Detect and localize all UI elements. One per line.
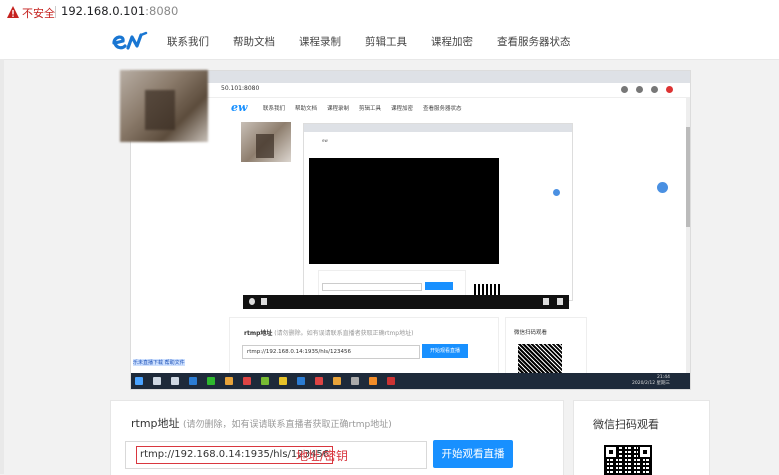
rtmp-hint: (请勿删除，如有误请联系直播者获取正确rtmp地址) <box>183 420 392 430</box>
embedded-star-icon <box>621 86 628 93</box>
embedded-tab-strip <box>131 71 690 83</box>
app-icon-red <box>243 377 251 385</box>
embedded-wechat-section: 微信扫码观看 <box>505 317 587 379</box>
nested-rtmp-panel <box>318 270 466 296</box>
nested-navbar: ew <box>322 138 328 143</box>
nav-item-help[interactable]: 帮助文档 <box>233 34 275 49</box>
url-host: 192.168.0.101 <box>61 4 146 18</box>
embedded-loading-dot <box>553 189 560 196</box>
nav-item-contact[interactable]: 联系我们 <box>167 34 209 49</box>
embedded-nav-item: 帮助文档 <box>295 106 318 112</box>
app-icon-green <box>261 377 269 385</box>
embedded-rtmp-hint: (请勿删除。如有误请联系直播者获取正确rtmp地址) <box>274 330 414 337</box>
url-text[interactable]: 192.168.0.101:8080 <box>61 4 178 18</box>
nav-item-encrypt[interactable]: 课程加密 <box>431 34 473 49</box>
task-view-icon <box>171 377 179 385</box>
embedded-menu-icon <box>636 86 643 93</box>
embedded-profile-icon <box>651 86 658 93</box>
wechat-title: 微信扫码观看 <box>593 418 659 431</box>
app-icon-red-3 <box>387 377 395 385</box>
embedded-qr-code <box>518 344 562 374</box>
volume-icon <box>543 298 549 305</box>
address-key-annotation: 地址/密钥 <box>296 449 349 463</box>
security-label[interactable]: 不安全 <box>22 5 55 21</box>
rtmp-input[interactable]: rtmp://192.168.0.14:1935/hls/123456 地址/密… <box>125 441 427 469</box>
embedded-scrollbar <box>686 97 690 373</box>
divider <box>55 6 56 18</box>
app-icon-blue <box>297 377 305 385</box>
blurred-avatar-small <box>241 122 291 162</box>
embedded-extension-icon <box>666 86 673 93</box>
url-port: :8080 <box>145 4 179 18</box>
embedded-wechat-title: 微信扫码观看 <box>514 330 548 336</box>
nested-tab-strip <box>304 124 572 132</box>
tutorial-screenshot: 50.101:8080 ew 联系我们 帮助文档 课程录制 剪辑工具 课程加密 … <box>130 70 691 390</box>
refresh-icon <box>249 298 255 305</box>
folder-icon <box>225 377 233 385</box>
app-icon-red-2 <box>315 377 323 385</box>
loading-dot <box>657 182 668 193</box>
embedded-rtmp-label: rtmp地址 <box>244 330 273 337</box>
chrome-icon <box>333 377 341 385</box>
browser-address-bar[interactable]: 不安全 192.168.0.101:8080 <box>0 0 779 26</box>
page-gutter <box>0 59 4 474</box>
embedded-logo: ew <box>231 101 248 114</box>
fullscreen-icon <box>557 298 563 305</box>
start-icon <box>135 377 143 385</box>
clock-date: 2020/2/12 星期三 <box>631 381 670 386</box>
taskbar-clock: 21:44 2020/2/12 星期三 <box>632 375 670 387</box>
nested-rtmp-input <box>322 283 422 291</box>
nav-menu: 联系我们 帮助文档 课程录制 剪辑工具 课程加密 查看服务器状态 <box>167 34 595 49</box>
embedded-nav-item: 查看服务器状态 <box>423 106 462 112</box>
blurred-avatar <box>120 70 208 142</box>
app-icon-yellow <box>279 377 287 385</box>
rtmp-label: rtmp地址 <box>131 417 180 430</box>
site-logo[interactable] <box>110 28 150 54</box>
embedded-rtmp-title: rtmp地址 (请勿删除。如有误请联系直播者获取正确rtmp地址) <box>244 328 413 337</box>
windows-taskbar: 21:44 2020/2/12 星期三 <box>131 373 690 389</box>
app-icon-orange <box>369 377 377 385</box>
qr-finder-right <box>638 445 652 459</box>
warning-icon[interactable] <box>6 5 20 19</box>
wechat-panel: 微信扫码观看 <box>573 400 710 475</box>
embedded-nav-item: 联系我们 <box>263 106 286 112</box>
embedded-help-link: 乐未直播下载 帮助文件 <box>133 359 185 366</box>
edge-icon <box>189 377 197 385</box>
embedded-nav-item: 课程加密 <box>391 106 414 112</box>
qr-finder-left <box>604 445 618 459</box>
nav-item-server-status[interactable]: 查看服务器状态 <box>497 34 571 49</box>
nested-start-button <box>425 282 453 290</box>
site-navbar: 联系我们 帮助文档 课程录制 剪辑工具 课程加密 查看服务器状态 <box>0 25 779 60</box>
rtmp-title: rtmp地址 (请勿删除，如有误请联系直播者获取正确rtmp地址) <box>131 415 392 431</box>
embedded-start-button: 开始观看直播 <box>422 344 468 358</box>
embedded-nav-item: 剪辑工具 <box>359 106 382 112</box>
embedded-nav-item: 课程录制 <box>327 106 350 112</box>
video-area <box>309 158 499 264</box>
start-watch-button[interactable]: 开始观看直播 <box>433 440 513 468</box>
embedded-url: 50.101:8080 <box>221 85 260 92</box>
app-icon-gray <box>351 377 359 385</box>
embedded-rtmp-section: rtmp地址 (请勿删除。如有误请联系直播者获取正确rtmp地址) rtmp:/… <box>229 317 499 379</box>
pause-icon <box>261 298 267 305</box>
player-controls <box>243 295 569 309</box>
embedded-address-bar: 50.101:8080 <box>131 83 690 98</box>
nav-item-record[interactable]: 课程录制 <box>299 34 341 49</box>
search-icon <box>153 377 161 385</box>
wechat-icon <box>207 377 215 385</box>
nav-item-edit-tool[interactable]: 剪辑工具 <box>365 34 407 49</box>
rtmp-panel: rtmp地址 (请勿删除，如有误请联系直播者获取正确rtmp地址) rtmp:/… <box>110 400 564 475</box>
embedded-rtmp-input: rtmp://192.168.0.14:1935/hls/123456 <box>242 345 420 359</box>
